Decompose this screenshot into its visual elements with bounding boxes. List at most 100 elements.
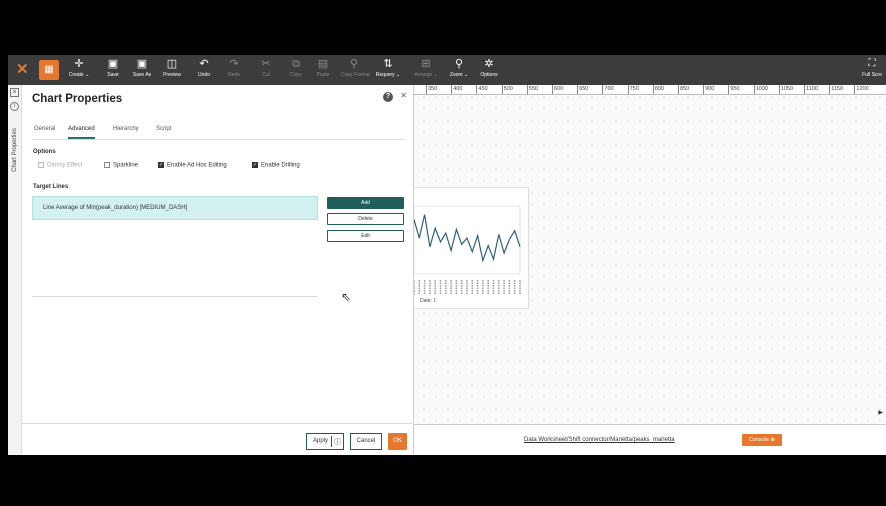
edit-button[interactable]: Edit [327, 230, 404, 242]
toolbar-button-label: Redo [228, 72, 240, 78]
ruler-tick: 550 [526, 85, 538, 94]
enable-adhoc-editing-checkbox[interactable]: ✓ Enable Ad Hoc Editing [158, 162, 227, 169]
toolbar-button-redo[interactable]: ↷ Redo [221, 57, 247, 83]
toolbar-button-label: Undo [198, 72, 210, 78]
toolbar-icon: ⇅ [383, 58, 393, 70]
toolbar-button-label: Paste [316, 72, 330, 78]
options-heading: Options [33, 149, 56, 155]
toolbar-icon: ◫ [166, 58, 178, 70]
enable-drilling-checkbox[interactable]: ✓ Enable Drilling [252, 162, 300, 169]
checkbox-checked-icon: ✓ [158, 162, 164, 168]
ruler-tick: 600 [552, 85, 564, 94]
fullscreen-icon: ⛶ [868, 58, 876, 69]
ruler-tick: 800 [652, 85, 664, 94]
ok-button[interactable]: OK [388, 433, 407, 450]
status-bar: Data Worksheet/Shift connector/Marietta/… [414, 424, 886, 455]
ruler-tick: 650 [577, 85, 589, 94]
ruler-tick: 500 [501, 85, 513, 94]
toolbar-icon: ↷ [229, 58, 239, 70]
toolbar-icon: ▤ [317, 58, 329, 70]
info-icon[interactable]: i [10, 102, 19, 111]
line-chart-widget[interactable]: Date: 1 [414, 187, 529, 309]
plot-area [414, 205, 521, 275]
checkbox-icon [104, 162, 110, 168]
scroll-right-icon[interactable]: ▶ [878, 409, 883, 416]
tab-hierarchy[interactable]: Hierarchy [113, 126, 139, 132]
toolbar-button-arrange[interactable]: ⊞ Arrange ⌄ [413, 57, 439, 83]
toolbar-button-requery[interactable]: ⇅ Requery ⌄ [375, 57, 401, 83]
toolbar-button-copy-format[interactable]: ⚲ Copy Format [341, 57, 370, 83]
delete-button[interactable]: Delete [327, 213, 404, 225]
sparkline-checkbox[interactable]: Sparkline [104, 162, 138, 169]
cancel-button[interactable]: Cancel [350, 433, 382, 450]
apply-button[interactable]: Apply ⓘ [306, 433, 344, 450]
toolbar-button-label: Cut [262, 72, 270, 78]
video-frame: ✕ ▦ ✛ Create ⌄ ▣ Save ▣ Save As ◫ Preview ↶ Undo ↷… [0, 0, 886, 506]
fullscreen-button[interactable]: ⛶ Full Scre [860, 57, 884, 83]
ruler-tick: 1000 [753, 85, 768, 94]
list-item[interactable]: Line Average of Min(peak_duration) [MEDI… [32, 196, 318, 220]
menu-grid-button[interactable]: ▦ [39, 60, 59, 80]
horizontal-ruler: 350 400 450 500 550 600 650 700 750 800 850 900 950 1… [414, 85, 886, 95]
toolbar-button-options[interactable]: ✲ Options [476, 57, 502, 83]
ruler-tick: 1200 [854, 85, 869, 94]
ruler-tick: 900 [703, 85, 715, 94]
toolbar-icon: ✲ [484, 58, 494, 70]
toolbar-button-label: Create ⌄ [68, 72, 90, 78]
line-chart [414, 205, 521, 294]
checkbox-icon [38, 162, 44, 168]
toolbar-icon: ▣ [136, 58, 148, 70]
mouse-cursor-icon: ⇖ [341, 290, 352, 304]
toolbar-icon: ↶ [199, 58, 209, 70]
toolbar-button-label: Copy Format [341, 72, 370, 78]
app-window: ✕ ▦ ✛ Create ⌄ ▣ Save ▣ Save As ◫ Preview ↶ Undo ↷… [8, 55, 886, 455]
tab-script[interactable]: Script [156, 126, 171, 132]
toolbar-button-label: Arrange ⌄ [414, 72, 438, 78]
toolbar-icon: ▣ [107, 58, 119, 70]
close-icon[interactable]: × [10, 88, 19, 97]
app-logo-icon: ✕ [16, 61, 29, 78]
toolbar-icon: ⚲ [349, 58, 359, 70]
toolbar-icon: ✛ [74, 58, 84, 70]
toolbar-button-label: Preview [163, 72, 181, 78]
toolbar-button-zoom[interactable]: ⚲ Zoom ⌄ [446, 57, 472, 83]
toolbar-button-label: Copy [290, 72, 302, 78]
data-source-link[interactable]: Data Worksheet/Shift connector/Marietta/… [524, 437, 675, 443]
chart-properties-panel: Chart Properties ? ✕ General Advanced Hi… [22, 85, 414, 455]
toolbar-button-cut[interactable]: ✂ Cut [253, 57, 279, 83]
add-button[interactable]: Add [327, 197, 404, 209]
toolbar-button-undo[interactable]: ↶ Undo [191, 57, 217, 83]
toolbar-button-save-as[interactable]: ▣ Save As [129, 57, 155, 83]
toolbar-button-preview[interactable]: ◫ Preview [159, 57, 185, 83]
ruler-tick: 1050 [778, 85, 794, 94]
tab-advanced[interactable]: Advanced [68, 126, 95, 139]
toolbar-icon: ✂ [261, 58, 271, 70]
ruler-tick: 1150 [829, 85, 844, 94]
design-canvas[interactable]: 350 400 450 500 550 600 650 700 750 800 850 900 950 1… [414, 85, 886, 455]
ruler-tick: 950 [728, 85, 740, 94]
side-tab-chart-properties[interactable]: Chart Properties [12, 121, 18, 179]
console-button[interactable]: Console ⊕ [742, 434, 782, 446]
toolbar-button-paste[interactable]: ▤ Paste [310, 57, 336, 83]
info-icon[interactable]: ⓘ [334, 437, 341, 447]
divider [331, 436, 332, 447]
ruler-tick: 450 [476, 85, 488, 94]
toolbar-button-create[interactable]: ✛ Create ⌄ [66, 57, 92, 83]
target-lines-heading: Target Lines [33, 184, 69, 190]
checkbox-checked-icon: ✓ [252, 162, 258, 168]
ruler-tick: 700 [602, 85, 614, 94]
target-lines-list: Line Average of Min(peak_duration) [MEDI… [32, 196, 318, 297]
toolbar-button-save[interactable]: ▣ Save [100, 57, 126, 83]
toolbar-icon: ⊞ [421, 58, 431, 70]
ruler-tick: 850 [678, 85, 690, 94]
side-tab-strip: × i Chart Properties [8, 85, 22, 455]
toolbar-icon: ⧉ [292, 58, 300, 70]
close-icon[interactable]: ✕ [400, 91, 407, 100]
help-icon[interactable]: ? [383, 92, 393, 102]
toolbar-button-label: Requery ⌄ [375, 72, 401, 78]
tab-general[interactable]: General [34, 126, 55, 132]
glossy-effect-checkbox[interactable]: Glossy Effect [38, 162, 82, 169]
ruler-tick: 350 [426, 85, 438, 94]
toolbar-button-copy[interactable]: ⧉ Copy [283, 57, 309, 83]
tab-bar: General Advanced Hierarchy Script [32, 122, 404, 140]
